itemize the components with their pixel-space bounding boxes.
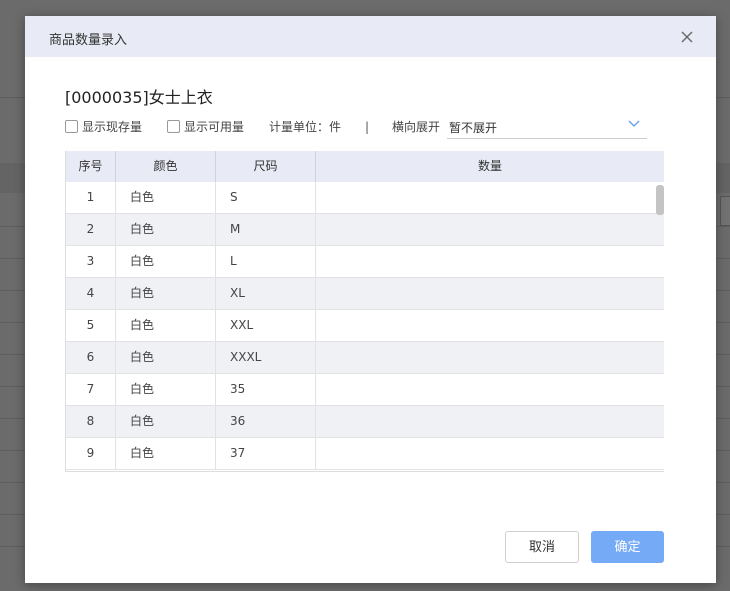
table-row: 7 白色 35 [66,374,664,406]
cancel-button[interactable]: 取消 [505,531,579,563]
column-header-no: 序号 [66,151,116,182]
cell-quantity[interactable] [316,374,664,405]
show-stock-option[interactable]: 显示现存量 [65,118,142,136]
confirm-button[interactable]: 确定 [591,531,664,563]
quantity-entry-dialog: 商品数量录入 [0000035]女士上衣 显示现存量 显示可用量 计量单位：件 … [25,16,716,583]
cell-color: 白色 [116,214,216,245]
cell-color: 白色 [116,406,216,437]
show-available-option[interactable]: 显示可用量 [167,118,244,136]
cell-size: M [216,214,316,245]
show-stock-checkbox[interactable] [65,120,78,133]
table-scrollbar[interactable] [656,185,664,215]
table-row: 8 白色 36 [66,406,664,438]
cell-no: 1 [66,182,116,213]
cell-no: 3 [66,246,116,277]
table-header: 序号 颜色 尺码 数量 [66,151,664,182]
cell-color: 白色 [116,278,216,309]
show-available-label: 显示可用量 [184,120,245,134]
show-available-checkbox[interactable] [167,120,180,133]
table-row: 9 白色 37 [66,438,664,470]
cell-size: 37 [216,438,316,469]
table-row: 5 白色 XXL [66,310,664,342]
cell-no: 8 [66,406,116,437]
options-row: 显示现存量 显示可用量 计量单位：件 | 横向展开 暂不展开 [65,118,685,140]
chevron-down-icon[interactable] [627,116,641,130]
cell-quantity[interactable] [316,182,664,213]
cell-quantity[interactable] [316,214,664,245]
cell-no: 6 [66,342,116,373]
cell-quantity[interactable] [316,438,664,469]
dialog-title: 商品数量录入 [49,33,128,48]
cell-no: 4 [66,278,116,309]
cell-size: S [216,182,316,213]
cell-size: XXXL [216,342,316,373]
cell-color: 白色 [116,374,216,405]
column-header-color: 颜色 [116,151,216,182]
table-row: 3 白色 L [66,246,664,278]
expand-select[interactable]: 暂不展开 [447,114,647,139]
cell-size: XXL [216,310,316,341]
cell-quantity[interactable] [316,310,664,341]
cell-no: 7 [66,374,116,405]
column-header-quantity: 数量 [477,159,502,173]
cell-size: L [216,246,316,277]
cell-color: 白色 [116,182,216,213]
show-stock-label: 显示现存量 [82,120,143,134]
expand-select-value: 暂不展开 [449,121,498,135]
quantity-table: 序号 颜色 尺码 数量 1 白色 S 2 白色 M 3 白色 L 4 白色 XL… [65,151,664,472]
cell-color: 白色 [116,246,216,277]
cell-quantity[interactable] [316,406,664,437]
separator: | [365,120,370,134]
column-header-size: 尺码 [216,151,316,182]
unit-text: 计量单位：件 [269,120,342,134]
cell-color: 白色 [116,438,216,469]
cell-quantity[interactable] [316,246,664,277]
cell-color: 白色 [116,310,216,341]
cell-size: 35 [216,374,316,405]
cell-no: 5 [66,310,116,341]
cell-quantity[interactable] [316,278,664,309]
table-row: 4 白色 XL [66,278,664,310]
bg-input-box [720,196,730,226]
table-row: 6 白色 XXXL [66,342,664,374]
cell-color: 白色 [116,342,216,373]
cell-quantity[interactable] [316,342,664,373]
cell-no: 2 [66,214,116,245]
dialog-header: 商品数量录入 [25,16,716,57]
cell-size: XL [216,278,316,309]
cell-size: 36 [216,406,316,437]
expand-label: 横向展开 [392,120,441,134]
table-row: 1 白色 S [66,182,664,214]
cell-no: 9 [66,438,116,469]
table-row: 2 白色 M [66,214,664,246]
close-icon[interactable] [678,28,696,46]
product-title: [0000035]女士上衣 [65,88,213,107]
